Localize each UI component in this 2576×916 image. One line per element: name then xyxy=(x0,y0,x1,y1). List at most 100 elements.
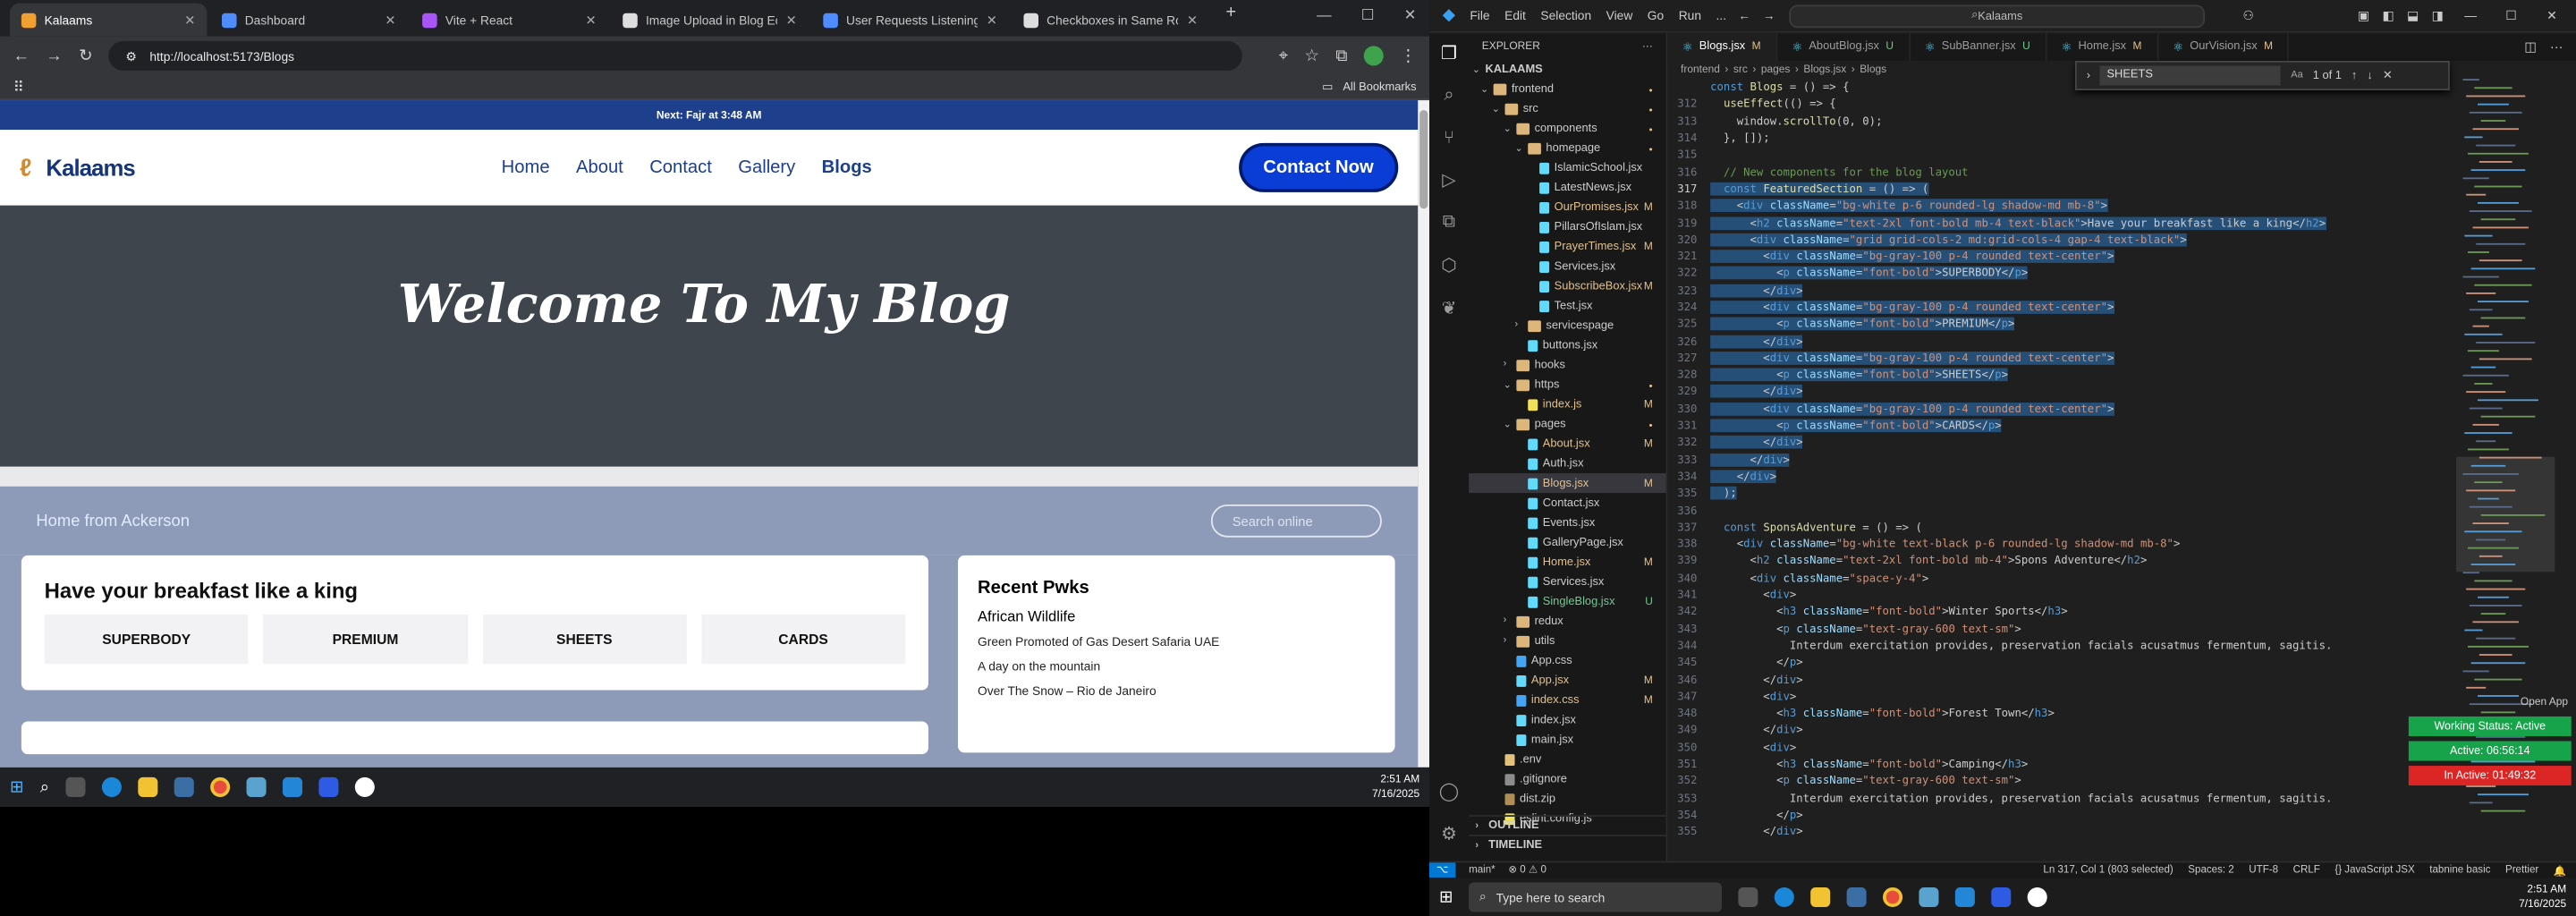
menu-item[interactable]: View xyxy=(1606,8,1633,23)
folder-item[interactable]: ⌄ https ● xyxy=(1469,375,1665,394)
featured-item[interactable]: SUPERBODY xyxy=(44,615,249,665)
file-item[interactable]: dist.zip xyxy=(1469,789,1665,809)
problems-indicator[interactable]: ⊗ 0 ⚠ 0 xyxy=(1508,864,1546,876)
tab-close-icon[interactable]: ✕ xyxy=(1187,13,1198,28)
breadcrumb-item[interactable]: src xyxy=(1733,64,1748,76)
file-item[interactable]: index.js M xyxy=(1469,394,1665,414)
workspace-root[interactable]: ⌄ KALAAMS xyxy=(1469,59,1665,79)
breadcrumb-item[interactable]: Blogs xyxy=(1860,64,1886,76)
file-item[interactable]: App.jsx M xyxy=(1469,670,1665,690)
nav-link-contact[interactable]: Contact xyxy=(649,157,712,177)
mongodb-leaf-icon[interactable]: ❦ xyxy=(1442,297,1457,318)
nav-link-home[interactable]: Home xyxy=(502,157,550,177)
store-icon[interactable] xyxy=(1847,886,1868,908)
language-mode[interactable]: {} JavaScript JSX xyxy=(2334,863,2414,877)
source-control-icon[interactable]: ⑂ xyxy=(1444,128,1454,148)
close-icon[interactable]: ✕ xyxy=(2546,8,2557,23)
maximize-icon[interactable]: ☐ xyxy=(1361,6,1375,24)
file-item[interactable]: LatestNews.jsx xyxy=(1469,177,1665,197)
nav-link-about[interactable]: About xyxy=(576,157,623,177)
file-item[interactable]: PrayerTimes.jsx M xyxy=(1469,237,1665,257)
store-icon[interactable] xyxy=(174,776,194,797)
nav-back-icon[interactable]: ← xyxy=(1738,8,1750,23)
file-item[interactable]: IslamicSchool.jsx xyxy=(1469,157,1665,177)
menu-item[interactable]: Go xyxy=(1648,8,1664,23)
branch-indicator[interactable]: main* xyxy=(1469,864,1496,876)
panel-toggle-icon[interactable]: ⬓ xyxy=(2407,8,2419,23)
all-bookmarks-link[interactable]: All Bookmarks xyxy=(1343,81,1416,93)
timeline-section[interactable]: › TIMELINE xyxy=(1469,835,1666,854)
file-item[interactable]: Blogs.jsx M xyxy=(1469,473,1666,494)
file-item[interactable]: index.css M xyxy=(1469,691,1665,710)
nav-link-gallery[interactable]: Gallery xyxy=(738,157,795,177)
browser-tab[interactable]: Image Upload in Blog Editor ✕ xyxy=(611,4,808,37)
tab-close-icon[interactable]: ✕ xyxy=(987,13,997,28)
featured-item[interactable]: PREMIUM xyxy=(263,615,468,665)
zoom-icon[interactable] xyxy=(318,776,339,797)
file-item[interactable]: SubscribeBox.jsx M xyxy=(1469,276,1665,296)
featured-item[interactable]: SHEETS xyxy=(482,615,687,665)
tab-close-icon[interactable]: ✕ xyxy=(786,13,797,28)
folder-item[interactable]: › servicespage xyxy=(1469,316,1665,335)
search-icon[interactable]: ⌕ xyxy=(40,778,49,796)
new-tab-icon[interactable]: + xyxy=(1225,4,1236,30)
contact-now-button[interactable]: Contact Now xyxy=(1238,142,1399,192)
page-scrollbar[interactable] xyxy=(1418,100,1430,768)
secondary-sidebar-icon[interactable]: ◨ xyxy=(2432,8,2444,23)
explorer-icon[interactable]: ❐ xyxy=(1441,43,1457,64)
file-item[interactable]: Services.jsx xyxy=(1469,257,1665,276)
app-icon[interactable] xyxy=(246,776,267,797)
eol[interactable]: CRLF xyxy=(2293,863,2320,877)
back-icon[interactable]: ← xyxy=(13,47,30,64)
breadcrumb-item[interactable]: Blogs.jsx xyxy=(1803,64,1846,76)
apps-grid-icon[interactable]: ⠿ xyxy=(13,78,24,96)
outline-section[interactable]: › OUTLINE xyxy=(1469,815,1666,835)
tabnine-status[interactable]: tabnine basic xyxy=(2429,863,2490,877)
chrome-icon[interactable] xyxy=(1883,886,1903,908)
recent-item[interactable]: A day on the mountain xyxy=(978,659,1376,674)
account-icon[interactable]: ◯ xyxy=(1439,781,1460,802)
remote-indicator-icon[interactable]: ⌥ xyxy=(1429,861,1456,878)
scroll-thumb[interactable] xyxy=(1419,110,1428,209)
remote-icon[interactable]: ⬡ xyxy=(1441,255,1457,276)
file-item[interactable]: Auth.jsx xyxy=(1469,454,1665,473)
code-view[interactable]: const Blogs = () => {312 useEffect(() =>… xyxy=(1667,79,2439,840)
zoom-icon[interactable] xyxy=(1991,886,2012,908)
nav-forward-icon[interactable]: → xyxy=(1763,8,1775,23)
search-input[interactable]: Search online xyxy=(1210,504,1382,538)
file-item[interactable]: OurPromises.jsx M xyxy=(1469,197,1665,216)
breadcrumb[interactable]: Home from Ackerson xyxy=(36,512,190,530)
extensions-icon[interactable]: ⧉ xyxy=(1335,47,1347,64)
vscode-icon[interactable] xyxy=(1955,886,1976,908)
menu-item[interactable]: Selection xyxy=(1540,8,1591,23)
folder-item[interactable]: › hooks xyxy=(1469,355,1665,375)
maximize-icon[interactable]: ☐ xyxy=(2505,8,2516,23)
edge-icon[interactable] xyxy=(101,776,122,797)
folder-item[interactable]: ⌄ components ● xyxy=(1469,118,1665,138)
browser-tab[interactable]: Checkboxes in Same Row ✕ xyxy=(1013,4,1209,37)
run-debug-icon[interactable]: ▷ xyxy=(1442,169,1456,191)
folder-item[interactable]: ⌄ homepage ● xyxy=(1469,138,1665,157)
file-item[interactable]: main.jsx xyxy=(1469,730,1665,750)
file-item[interactable]: Home.jsx M xyxy=(1469,552,1665,572)
taskbar-search[interactable]: ⌕ Type here to search xyxy=(1469,882,1723,912)
prettier-status[interactable]: Prettier xyxy=(2505,863,2538,877)
close-icon[interactable]: ✕ xyxy=(1404,6,1417,24)
notifications-bell-icon[interactable]: 🔔 xyxy=(2554,863,2566,877)
menu-item[interactable]: Edit xyxy=(1504,8,1526,23)
breadcrumb-item[interactable]: frontend xyxy=(1681,64,1720,76)
recent-lead[interactable]: African Wildlife xyxy=(978,608,1376,624)
editor-tab[interactable]: ⚛ AboutBlog.jsx U xyxy=(1777,32,1911,61)
command-center[interactable]: ⌕ Kalaams xyxy=(1789,4,2206,29)
vscode-icon[interactable] xyxy=(282,776,303,797)
file-item[interactable]: Services.jsx xyxy=(1469,572,1665,591)
tab-close-icon[interactable]: ✕ xyxy=(184,13,195,28)
location-icon[interactable]: ⌖ xyxy=(1279,47,1288,64)
more-actions-icon[interactable]: ··· xyxy=(1642,40,1653,52)
site-info-icon[interactable]: ⚙ xyxy=(125,48,136,64)
settings-gear-icon[interactable]: ⚙ xyxy=(1441,823,1457,844)
editor-tab[interactable]: ⚛ OurVision.jsx M xyxy=(2158,32,2290,61)
forward-icon[interactable]: → xyxy=(46,47,62,64)
browser-tab[interactable]: User Requests Listening Assi ✕ xyxy=(811,4,1008,37)
file-item[interactable]: About.jsx M xyxy=(1469,434,1665,454)
